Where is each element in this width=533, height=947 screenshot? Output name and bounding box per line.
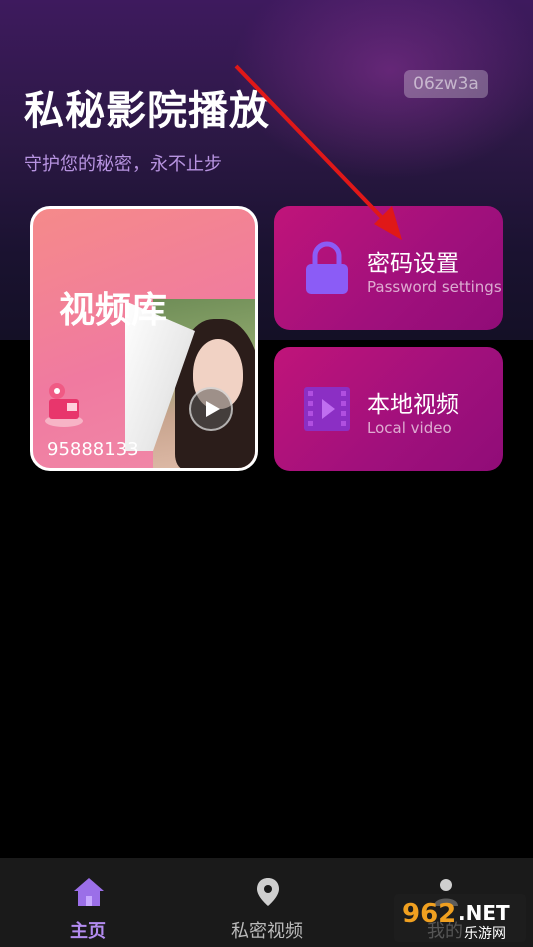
nav-home-label: 主页 [70,921,106,942]
site-watermark-logo: 962 .NET 乐游网 [394,894,526,942]
local-video-subtitle: Local video [367,419,452,437]
library-count: 95888133 [47,439,139,460]
nav-private-video-label: 私密视频 [231,921,303,942]
library-title: 视频库 [59,290,168,331]
lock-icon [306,241,348,294]
location-pin-icon [257,878,279,906]
play-icon [205,401,220,417]
password-settings-subtitle: Password settings [367,278,502,296]
password-settings-title: 密码设置 [367,251,459,277]
svg-text:962: 962 [402,899,456,929]
play-button[interactable] [189,387,233,431]
watermark-badge: 06zw3a [404,70,488,98]
local-video-card[interactable]: 本地视频 Local video [274,347,503,471]
page-title: 私秘影院播放 [24,88,270,134]
nav-private-video[interactable]: 私密视频 [192,858,342,947]
home-icon [74,878,104,906]
svg-text:.NET: .NET [458,901,510,925]
nav-home[interactable]: 主页 [13,858,163,947]
svg-text:乐游网: 乐游网 [464,926,506,942]
video-library-card[interactable]: 视频库 95888133 [30,206,258,471]
film-icon [304,387,350,431]
password-settings-card[interactable]: 密码设置 Password settings [274,206,503,330]
local-video-title: 本地视频 [367,392,459,418]
page-subtitle: 守护您的秘密，永不止步 [24,154,222,175]
cinema-icon [45,383,83,427]
